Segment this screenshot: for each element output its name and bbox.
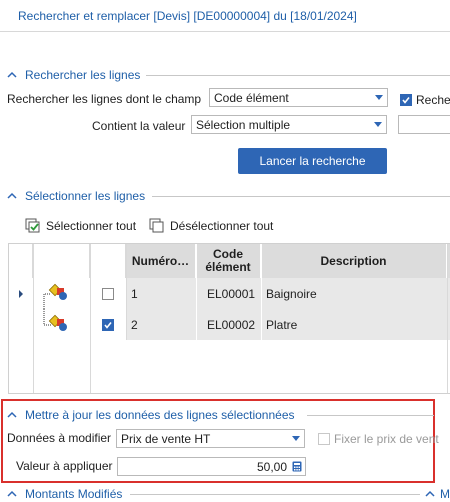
grid-divider xyxy=(447,244,448,393)
chevron-up-icon[interactable] xyxy=(6,487,18,501)
value-to-apply-input[interactable]: 50,00 xyxy=(117,457,306,476)
contains-value: Sélection multiple xyxy=(196,118,291,132)
value-to-apply-label: Valeur à appliquer xyxy=(16,459,113,473)
row-checkbox-2[interactable] xyxy=(102,318,114,331)
deselect-all-icon xyxy=(149,218,164,233)
search-field-label: Rechercher les lignes dont le champ xyxy=(7,92,202,106)
select-all-label: Sélectionner tout xyxy=(46,219,137,233)
search-option-checkbox[interactable] xyxy=(400,94,412,106)
grid-header: Numéro… Code élément Description xyxy=(9,244,450,278)
right-section-title: M xyxy=(440,487,450,501)
table-row[interactable]: 2 EL00002 Platre xyxy=(9,309,450,340)
chevron-up-icon[interactable] xyxy=(424,487,436,501)
section-divider xyxy=(307,415,434,416)
value-to-apply-value: 50,00 xyxy=(256,460,287,474)
lines-grid: Numéro… Code élément Description 1 EL000… xyxy=(8,243,450,394)
grid-header-code[interactable]: Code élément xyxy=(196,244,261,278)
table-row[interactable]: 1 EL00001 Baignoire xyxy=(9,278,450,309)
update-section-header[interactable]: Mettre à jour les données des lignes sél… xyxy=(0,408,450,422)
row-description: Baignoire xyxy=(261,278,447,309)
select-section-title: Sélectionner les lignes xyxy=(25,189,146,203)
row-code: EL00002 xyxy=(196,309,261,340)
section-divider xyxy=(146,75,450,76)
window-title-bar: Rechercher et remplacer [Devis] [DE00000… xyxy=(0,0,450,32)
update-section-title: Mettre à jour les données des lignes sél… xyxy=(25,408,295,422)
grid-header-description[interactable]: Description xyxy=(261,244,447,278)
select-all-button[interactable]: Sélectionner tout xyxy=(25,218,136,234)
search-field-value: Code élément xyxy=(214,91,289,105)
grid-divider xyxy=(90,244,91,393)
search-section-title: Rechercher les lignes xyxy=(25,68,141,82)
amounts-section-header[interactable]: Montants Modifiés xyxy=(0,487,450,501)
amounts-section-title: Montants Modifiés xyxy=(25,487,123,501)
row-indicator xyxy=(9,309,33,340)
select-all-icon xyxy=(25,218,40,233)
search-field-select[interactable]: Code élément xyxy=(209,88,388,107)
row-pointer-icon xyxy=(19,289,23,298)
search-section-header[interactable]: Rechercher les lignes xyxy=(0,68,450,82)
data-to-modify-select[interactable]: Prix de vente HT xyxy=(116,429,305,448)
window-title: Rechercher et remplacer [Devis] [DE00000… xyxy=(18,9,357,23)
chevron-up-icon[interactable] xyxy=(6,189,18,203)
chevron-up-icon[interactable] xyxy=(6,408,18,422)
row-select-cell[interactable] xyxy=(90,278,126,309)
data-to-modify-value: Prix de vente HT xyxy=(121,432,211,446)
checkmark-icon xyxy=(402,97,410,104)
row-select-cell[interactable] xyxy=(90,309,126,340)
tree-cell xyxy=(33,278,90,309)
fix-price-checkbox[interactable] xyxy=(318,433,330,445)
grid-divider xyxy=(126,244,127,340)
chevron-down-icon xyxy=(375,95,383,100)
fix-price-label: Fixer le prix de vent xyxy=(334,432,439,446)
contains-value-select[interactable]: Sélection multiple xyxy=(191,115,387,134)
select-section-header[interactable]: Sélectionner les lignes xyxy=(0,189,450,203)
row-number: 1 xyxy=(126,278,196,309)
row-code: EL00001 xyxy=(196,278,261,309)
section-divider xyxy=(130,494,420,495)
launch-search-button[interactable]: Lancer la recherche xyxy=(238,148,387,174)
calculator-icon[interactable] xyxy=(292,461,302,472)
grid-divider xyxy=(261,244,262,340)
chevron-down-icon xyxy=(292,436,300,441)
grid-header-tree xyxy=(33,244,90,278)
row-description: Platre xyxy=(261,309,447,340)
row-checkbox-1[interactable] xyxy=(102,287,114,300)
deselect-all-button[interactable]: Désélectionner tout xyxy=(149,218,273,234)
data-to-modify-label: Données à modifier xyxy=(7,431,112,445)
section-divider xyxy=(152,196,450,197)
chevron-up-icon[interactable] xyxy=(6,68,18,82)
row-number: 2 xyxy=(126,309,196,340)
grid-header-check xyxy=(90,244,126,278)
checkmark-icon xyxy=(104,321,112,329)
contains-label: Contient la valeur xyxy=(92,119,186,133)
element-type-icon xyxy=(43,283,67,309)
element-type-icon xyxy=(43,309,67,331)
search-option-label: Reche xyxy=(416,93,450,107)
grid-header-number[interactable]: Numéro… xyxy=(126,244,196,278)
tree-cell xyxy=(33,309,90,340)
deselect-all-label: Désélectionner tout xyxy=(170,219,274,233)
grid-divider xyxy=(33,244,34,393)
current-row-indicator xyxy=(9,278,33,309)
chevron-down-icon xyxy=(374,122,382,127)
grid-header-indicator xyxy=(9,244,33,278)
grid-divider xyxy=(196,244,197,340)
search-value-input[interactable] xyxy=(398,115,450,134)
